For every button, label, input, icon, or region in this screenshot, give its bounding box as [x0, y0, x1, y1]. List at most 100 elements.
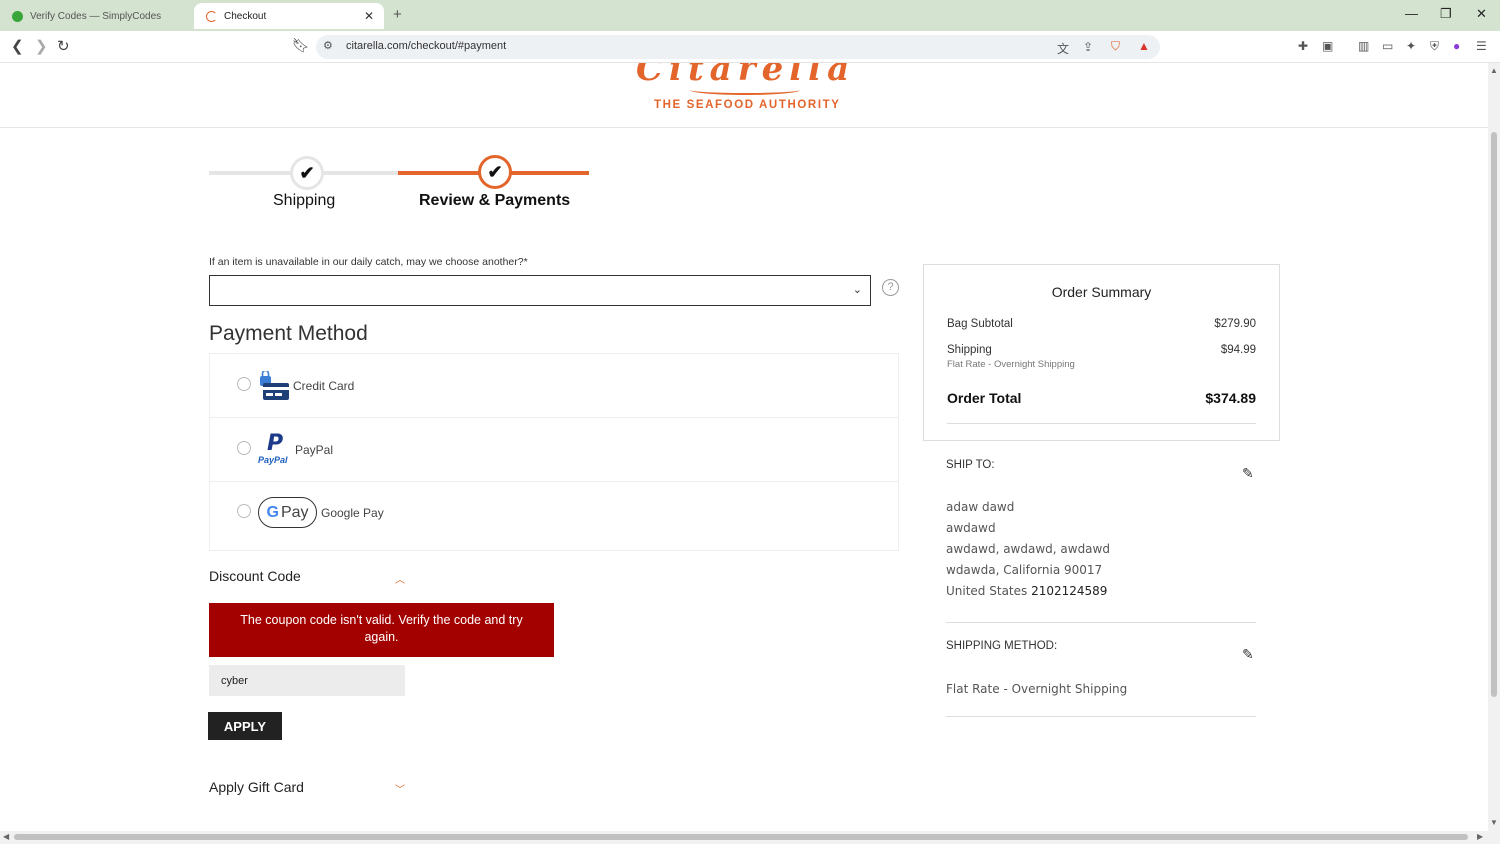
- shipping-row: Shipping $94.99: [947, 344, 1256, 356]
- radio-paypal[interactable]: [237, 441, 251, 455]
- shipping-value: $94.99: [1220, 344, 1256, 356]
- citarella-favicon-icon: [206, 10, 217, 22]
- tab-title: Checkout: [224, 10, 267, 22]
- chevron-down-icon: ⌄: [852, 284, 862, 296]
- order-summary-title: Order Summary: [1051, 284, 1152, 300]
- shipping-method-title: SHIPPING METHOD:: [946, 640, 1058, 652]
- payment-options: Credit Card P PayPal PayPal G Pay Google…: [209, 353, 899, 551]
- tab-title: Verify Codes — SimplyCodes: [30, 10, 162, 22]
- subtotal-row: Bag Subtotal $279.90: [947, 318, 1256, 330]
- address-country-phone: United States 2102124589: [946, 584, 1107, 598]
- close-tab-icon[interactable]: ✕: [364, 9, 374, 23]
- google-pay-label: Google Pay: [321, 506, 384, 520]
- google-pay-logo-text: Pay: [280, 503, 309, 521]
- minimize-icon[interactable]: —: [1405, 6, 1418, 21]
- paypal-logo-text: PayPal: [258, 455, 288, 465]
- site-info-icon[interactable]: ⚙: [323, 39, 333, 52]
- edit-shipping-method-icon[interactable]: ✎: [1242, 646, 1254, 663]
- tab-checkout[interactable]: Checkout ✕: [194, 3, 384, 29]
- google-g-icon: G: [266, 503, 279, 521]
- apply-gift-card-toggle[interactable]: Apply Gift Card: [209, 779, 304, 795]
- vpn-icon[interactable]: ⛨: [1430, 39, 1439, 54]
- discount-code-toggle[interactable]: Discount Code: [209, 568, 301, 584]
- step-shipping-check-icon[interactable]: ✔: [290, 156, 324, 190]
- browser-toolbar: ❮ ❯ ↻ 🔖︎ ⚙ citarella.com/checkout/#payme…: [0, 31, 1500, 63]
- brave-shields-icon[interactable]: ⛉: [1111, 39, 1120, 54]
- close-window-icon[interactable]: ✕: [1476, 6, 1487, 22]
- step-label-shipping[interactable]: Shipping: [273, 192, 335, 210]
- translate-icon[interactable]: 文: [1057, 40, 1069, 57]
- substitution-label: If an item is unavailable in our daily c…: [209, 256, 528, 268]
- scroll-left-icon[interactable]: ◀: [3, 832, 9, 841]
- horizontal-scroll-thumb[interactable]: [14, 834, 1468, 840]
- shipping-method-value: Flat Rate - Overnight Shipping: [946, 682, 1128, 696]
- brave-rewards-icon[interactable]: ▲: [1138, 39, 1150, 53]
- substitution-select[interactable]: ⌄: [209, 275, 871, 306]
- wallet-icon[interactable]: ▭: [1382, 39, 1393, 53]
- leo-ai-icon[interactable]: ✦: [1406, 39, 1416, 53]
- scroll-right-icon[interactable]: ▶: [1477, 832, 1483, 841]
- address-bar[interactable]: ⚙ citarella.com/checkout/#payment 文 ⇪ ⛉ …: [316, 35, 1160, 59]
- apply-discount-button[interactable]: APPLY: [208, 712, 282, 740]
- address-line: wdawda, California 90017: [946, 563, 1103, 577]
- divider: [946, 622, 1256, 623]
- address-line: awdawd: [946, 521, 996, 535]
- sidebar-icon[interactable]: ▥: [1358, 39, 1369, 53]
- radio-google-pay[interactable]: [237, 504, 251, 518]
- radio-credit-card[interactable]: [237, 377, 251, 391]
- help-icon[interactable]: ?: [882, 279, 899, 296]
- paypal-label: PayPal: [295, 443, 334, 457]
- address-phone: 2102124589: [1031, 584, 1108, 598]
- order-total-value: $374.89: [1205, 390, 1256, 406]
- chevron-up-icon[interactable]: ︿: [395, 571, 405, 586]
- menu-icon[interactable]: ☰: [1476, 39, 1487, 53]
- tab-simplycodes[interactable]: Verify Codes — SimplyCodes: [0, 3, 192, 29]
- url-text: citarella.com/checkout/#payment: [346, 40, 507, 52]
- order-total-row: Order Total $374.89: [947, 390, 1256, 406]
- reader-icon[interactable]: ▣: [1322, 39, 1333, 53]
- payment-option-paypal[interactable]: P PayPal PayPal: [210, 418, 898, 482]
- ship-to-title: SHIP TO:: [946, 459, 995, 471]
- chevron-down-icon[interactable]: ﹀: [395, 781, 405, 796]
- payment-method-title: Payment Method: [209, 322, 368, 345]
- payment-option-credit-card[interactable]: Credit Card: [210, 354, 898, 418]
- address-country: United States: [946, 584, 1028, 598]
- google-pay-icon: G Pay: [258, 497, 317, 528]
- site-header: Citarella THE SEAFOOD AUTHORITY: [0, 63, 1488, 128]
- logo-tagline: THE SEAFOOD AUTHORITY: [654, 99, 841, 111]
- discount-code-input[interactable]: [209, 665, 405, 696]
- vertical-scroll-thumb[interactable]: [1491, 132, 1497, 697]
- credit-card-icon: [260, 371, 289, 400]
- share-icon[interactable]: ⇪: [1083, 40, 1093, 54]
- order-total-label: Order Total: [947, 390, 1022, 406]
- browser-tab-bar: Verify Codes — SimplyCodes Checkout ✕ + …: [0, 0, 1500, 31]
- bookmark-icon[interactable]: 🔖︎: [292, 37, 310, 54]
- restore-icon[interactable]: ❐: [1440, 6, 1452, 22]
- divider: [947, 423, 1256, 424]
- logo-swoosh-icon: [690, 85, 800, 95]
- edit-ship-to-icon[interactable]: ✎: [1242, 465, 1254, 482]
- extensions-icon[interactable]: ✚: [1298, 39, 1308, 53]
- back-icon[interactable]: ❮: [11, 37, 24, 55]
- credit-card-label: Credit Card: [293, 379, 355, 393]
- step-review-check-icon: ✔: [478, 155, 512, 189]
- paypal-icon: P: [267, 431, 284, 456]
- shipping-label: Shipping: [947, 344, 992, 356]
- payment-option-google-pay[interactable]: G Pay Google Pay: [210, 482, 898, 546]
- address-line: adaw dawd: [946, 500, 1015, 514]
- shipping-note: Flat Rate - Overnight Shipping: [947, 359, 1075, 370]
- subtotal-label: Bag Subtotal: [947, 318, 1013, 330]
- reload-icon[interactable]: ↻: [57, 37, 70, 55]
- simplycodes-favicon-icon: [12, 10, 23, 22]
- scroll-down-icon[interactable]: ▼: [1490, 818, 1498, 827]
- new-tab-icon[interactable]: +: [393, 6, 402, 23]
- forward-icon[interactable]: ❯: [35, 37, 48, 55]
- step-label-review: Review & Payments: [419, 192, 571, 209]
- divider: [946, 716, 1256, 717]
- scroll-up-icon[interactable]: ▲: [1490, 66, 1498, 75]
- coupon-error-message: The coupon code isn't valid. Verify the …: [209, 603, 554, 657]
- subtotal-value: $279.90: [1214, 318, 1256, 330]
- profile-icon[interactable]: ●: [1453, 39, 1460, 53]
- order-summary: Order Summary Bag Subtotal $279.90 Shipp…: [923, 264, 1280, 441]
- address-line: awdawd, awdawd, awdawd: [946, 542, 1110, 556]
